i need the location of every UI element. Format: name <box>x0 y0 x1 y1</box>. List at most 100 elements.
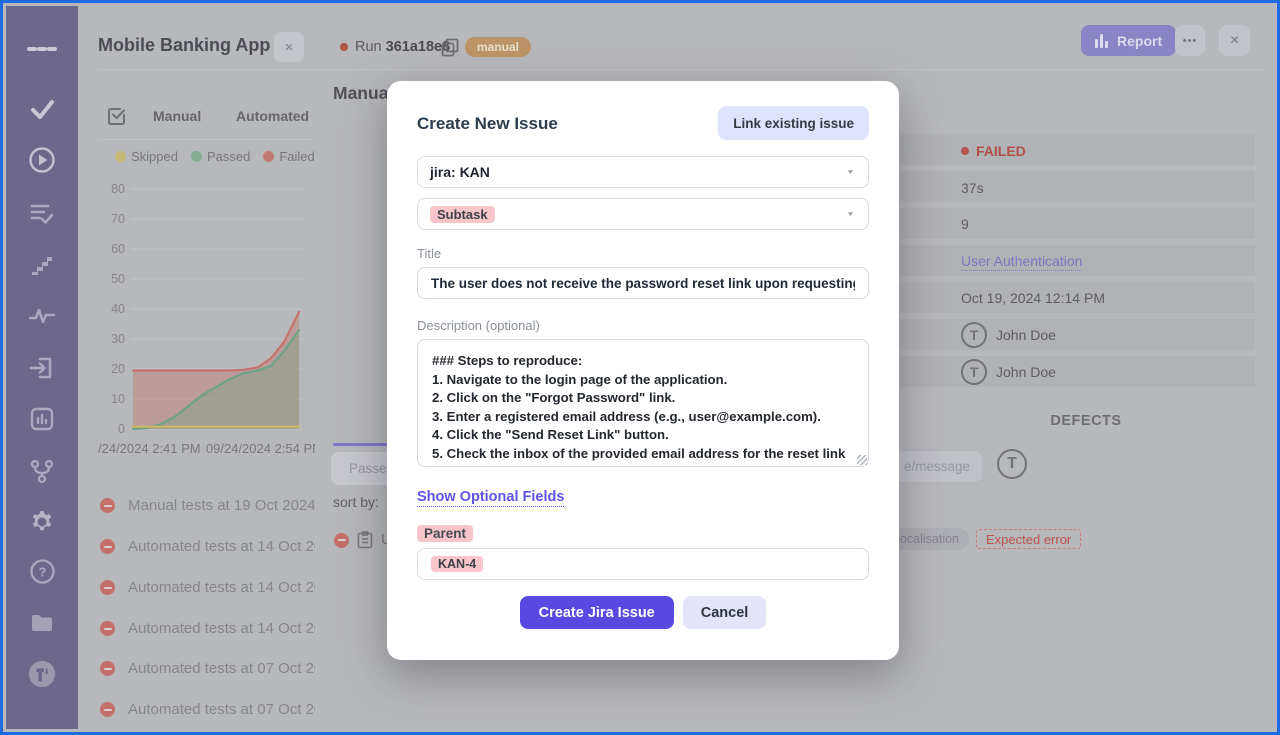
tab-automated[interactable]: Automated <box>236 108 309 124</box>
parent-issue-value: KAN-4 <box>431 556 483 572</box>
creator-row: TJohn Doe <box>961 322 1056 348</box>
run-trend-chart <box>131 177 303 439</box>
chart-y-axis: 01020304050607080 <box>99 177 125 439</box>
tab-manual[interactable]: Manual <box>153 108 201 124</box>
copy-icon[interactable] <box>441 38 459 62</box>
show-optional-fields-link[interactable]: Show Optional Fields <box>417 488 564 506</box>
settings-gear-icon[interactable] <box>27 507 57 537</box>
project-close-button[interactable]: × <box>274 32 304 62</box>
modal-actions: Create Jira Issue Cancel <box>387 596 899 629</box>
avatar: T <box>997 449 1027 479</box>
expected-error-tag[interactable]: Expected error <box>976 529 1081 549</box>
more-options-button[interactable]: ••• <box>1175 25 1205 56</box>
tabs-divider <box>98 139 313 140</box>
title-label: Title <box>417 246 441 261</box>
resize-grip[interactable] <box>857 455 867 465</box>
run-list-item[interactable]: Automated tests at 07 Oct 2024 <box>100 660 315 677</box>
failed-dot <box>263 151 274 162</box>
create-jira-issue-button[interactable]: Create Jira Issue <box>520 596 674 629</box>
steps-stairs-icon[interactable] <box>27 249 57 279</box>
runs-play-icon[interactable] <box>27 145 57 175</box>
run-list-item[interactable]: Automated tests at 14 Oct 2024 <box>100 538 315 555</box>
run-info: Run 361a18e8 <box>355 39 450 55</box>
project-select[interactable]: jira: KAN ▼ <box>417 156 869 188</box>
report-button[interactable]: Report <box>1081 25 1176 56</box>
help-question-icon[interactable]: ? <box>27 556 57 586</box>
run-list-item[interactable]: Automated tests at 07 Oct 2024 <box>100 701 315 718</box>
close-run-button[interactable]: × <box>1219 25 1250 56</box>
modal-title: Create New Issue <box>417 114 558 134</box>
branch-git-icon[interactable] <box>27 456 57 486</box>
run-list-item[interactable]: Automated tests at 14 Oct 2024 <box>100 620 315 637</box>
header-divider <box>98 69 1267 70</box>
test-row[interactable]: U <box>334 531 391 549</box>
defects-heading: DEFECTS <box>899 413 1273 429</box>
report-label: Report <box>1117 33 1162 49</box>
issue-title-input[interactable] <box>417 267 869 299</box>
y-tick-label: 30 <box>99 332 125 346</box>
failed-minus-icon <box>100 498 115 513</box>
legend-failed: Failed <box>263 149 314 164</box>
passed-dot <box>191 151 202 162</box>
failed-minus-icon <box>100 661 115 676</box>
parent-issue-input[interactable]: KAN-4 <box>417 548 869 580</box>
duration-value: 37s <box>961 180 984 196</box>
failed-minus-icon <box>100 539 115 554</box>
test-count-value: 9 <box>961 216 969 232</box>
status-badge: FAILED <box>961 143 1026 159</box>
failed-minus-icon <box>334 533 349 548</box>
run-list-item[interactable]: Automated tests at 14 Oct 2024 <box>100 579 315 596</box>
failed-minus-icon <box>100 580 115 595</box>
issue-type-select[interactable]: Subtask ▼ <box>417 198 869 230</box>
projects-folder-icon[interactable] <box>27 608 57 638</box>
svg-text:?: ? <box>38 564 46 579</box>
y-tick-label: 0 <box>99 422 125 436</box>
run-status-dot <box>340 43 348 51</box>
checklist-icon[interactable] <box>27 198 57 228</box>
description-label: Description (optional) <box>417 318 540 333</box>
create-issue-modal: Create New Issue Link existing issue jir… <box>387 81 899 660</box>
tests-check-icon[interactable] <box>27 94 57 124</box>
y-tick-label: 10 <box>99 392 125 406</box>
run-label: Run <box>355 39 382 55</box>
skipped-dot <box>115 151 126 162</box>
y-tick-label: 60 <box>99 242 125 256</box>
avatar: T <box>961 322 987 348</box>
y-tick-label: 50 <box>99 272 125 286</box>
run-type-badge: manual <box>465 38 531 56</box>
import-login-icon[interactable] <box>27 353 57 383</box>
clipboard-icon <box>357 531 373 549</box>
chevron-down-icon: ▼ <box>846 210 855 217</box>
sidebar: ? <box>6 6 78 729</box>
app-window: ? Mobile Banking App × Run 361a18e8 manu… <box>0 0 1280 735</box>
failed-minus-icon <box>100 621 115 636</box>
bar-chart-icon <box>1095 34 1110 48</box>
close-icon: × <box>1230 32 1239 50</box>
y-tick-label: 40 <box>99 302 125 316</box>
project-tab[interactable]: Mobile Banking App <box>98 35 270 56</box>
chart-x-axis: /24/2024 2:41 PM 09/24/2024 2:54 PM <box>98 441 315 456</box>
select-all-checkbox-icon[interactable] <box>106 105 127 131</box>
y-tick-label: 70 <box>99 212 125 226</box>
project-title: Mobile Banking App <box>98 35 270 55</box>
analytics-chart-icon[interactable] <box>27 404 57 434</box>
issue-type-value: Subtask <box>430 206 495 223</box>
x-label-left: /24/2024 2:41 PM <box>98 441 201 456</box>
description-textarea[interactable]: ### Steps to reproduce: 1. Navigate to t… <box>417 339 869 467</box>
suite-link[interactable]: User Authentication <box>961 253 1082 269</box>
cancel-button[interactable]: Cancel <box>683 596 767 629</box>
menu-icon[interactable] <box>27 34 57 64</box>
legend-skipped: Skipped <box>115 149 178 164</box>
failed-minus-icon <box>100 702 115 717</box>
link-existing-issue-button[interactable]: Link existing issue <box>718 106 869 140</box>
chart-legend: Skipped Passed Failed <box>115 149 315 164</box>
run-list-item[interactable]: Manual tests at 19 Oct 2024 <box>100 497 315 514</box>
pulse-activity-icon[interactable] <box>27 301 57 331</box>
y-tick-label: 20 <box>99 362 125 376</box>
assignee-row: TJohn Doe <box>961 359 1056 385</box>
close-icon: × <box>285 39 294 56</box>
ellipsis-icon: ••• <box>1183 35 1198 47</box>
page-heading: Manual <box>333 83 393 104</box>
avatar: T <box>961 359 987 385</box>
app-logo-icon[interactable] <box>27 659 57 689</box>
